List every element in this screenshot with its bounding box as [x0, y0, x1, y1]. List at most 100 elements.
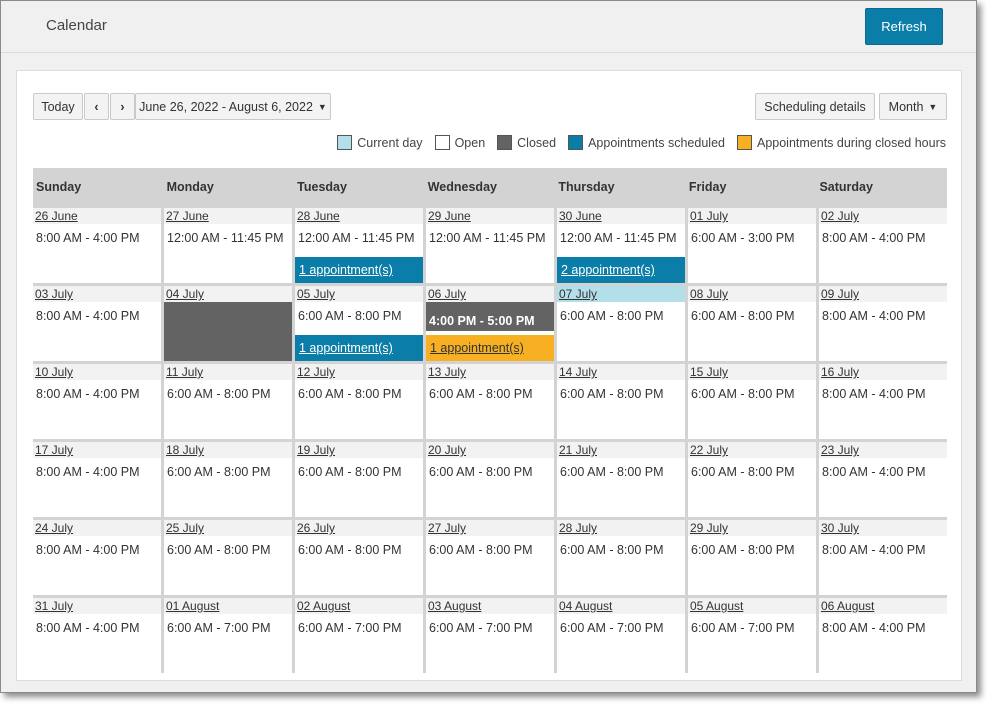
day-cell[interactable]: 02 August 6:00 AM - 7:00 PM	[292, 595, 423, 673]
day-cell[interactable]: 17 July 8:00 AM - 4:00 PM	[33, 439, 161, 517]
date-link[interactable]: 27 July	[428, 521, 466, 535]
date-link[interactable]: 05 July	[297, 287, 335, 301]
day-cell[interactable]: 03 August 6:00 AM - 7:00 PM	[423, 595, 554, 673]
date-header: 14 July	[557, 364, 685, 380]
date-link[interactable]: 16 July	[821, 365, 859, 379]
day-cell[interactable]: 23 July 8:00 AM - 4:00 PM	[816, 439, 947, 517]
date-link[interactable]: 03 August	[428, 599, 481, 613]
scheduling-details-button[interactable]: Scheduling details	[755, 93, 875, 120]
date-link[interactable]: 04 August	[559, 599, 612, 613]
date-link[interactable]: 05 August	[690, 599, 743, 613]
day-cell[interactable]: 30 July 8:00 AM - 4:00 PM	[816, 517, 947, 595]
day-cell[interactable]: 18 July 6:00 AM - 8:00 PM	[161, 439, 292, 517]
day-cell[interactable]: 29 July 6:00 AM - 8:00 PM	[685, 517, 816, 595]
day-cell[interactable]: 01 July 6:00 AM - 3:00 PM	[685, 205, 816, 283]
day-cell[interactable]: 05 August 6:00 AM - 7:00 PM	[685, 595, 816, 673]
date-link[interactable]: 06 July	[428, 287, 466, 301]
day-cell[interactable]: 24 July 8:00 AM - 4:00 PM	[33, 517, 161, 595]
date-link[interactable]: 01 August	[166, 599, 219, 613]
appointments-link[interactable]: 1 appointment(s)	[295, 335, 423, 361]
day-cell[interactable]: 06 July 4:00 PM - 5:00 PM 1 appointment(s)	[423, 283, 554, 361]
prev-button[interactable]: ‹	[84, 93, 109, 120]
day-cell[interactable]: 27 June 12:00 AM - 11:45 PM	[161, 205, 292, 283]
day-cell[interactable]: 01 August 6:00 AM - 7:00 PM	[161, 595, 292, 673]
date-link[interactable]: 17 July	[35, 443, 73, 457]
date-link[interactable]: 29 June	[428, 209, 471, 223]
date-link[interactable]: 14 July	[559, 365, 597, 379]
next-button[interactable]: ›	[110, 93, 135, 120]
date-link[interactable]: 02 July	[821, 209, 859, 223]
day-cell[interactable]: 14 July 6:00 AM - 8:00 PM	[554, 361, 685, 439]
date-link[interactable]: 11 July	[166, 365, 203, 379]
day-cell[interactable]: 09 July 8:00 AM - 4:00 PM	[816, 283, 947, 361]
day-cell[interactable]: 30 June 12:00 AM - 11:45 PM 2 appointment(…	[554, 205, 685, 283]
day-cell[interactable]: 31 July 8:00 AM - 4:00 PM	[33, 595, 161, 673]
date-link[interactable]: 31 July	[35, 599, 73, 613]
day-cell[interactable]: 26 July 6:00 AM - 8:00 PM	[292, 517, 423, 595]
appointments-link[interactable]: 2 appointment(s)	[557, 257, 685, 283]
day-cell[interactable]: 10 July 8:00 AM - 4:00 PM	[33, 361, 161, 439]
date-link[interactable]: 21 July	[559, 443, 597, 457]
date-link[interactable]: 18 July	[166, 443, 204, 457]
legend-swatch	[568, 135, 584, 150]
date-link[interactable]: 13 July	[428, 365, 466, 379]
date-link[interactable]: 30 June	[559, 209, 602, 223]
day-cell[interactable]: 21 July 6:00 AM - 8:00 PM	[554, 439, 685, 517]
date-link[interactable]: 28 June	[297, 209, 340, 223]
date-link[interactable]: 10 July	[35, 365, 73, 379]
day-cell[interactable]: 27 July 6:00 AM - 8:00 PM	[423, 517, 554, 595]
closed-hours-appointments-link[interactable]: 1 appointment(s)	[426, 335, 554, 361]
day-cell[interactable]: 06 August 8:00 AM - 4:00 PM	[816, 595, 947, 673]
date-link[interactable]: 08 July	[690, 287, 728, 301]
date-link[interactable]: 24 July	[35, 521, 73, 535]
date-link[interactable]: 25 July	[166, 521, 204, 535]
day-cell[interactable]: 28 July 6:00 AM - 8:00 PM	[554, 517, 685, 595]
date-link[interactable]: 15 July	[690, 365, 728, 379]
day-cell[interactable]: 04 August 6:00 AM - 7:00 PM	[554, 595, 685, 673]
legend-swatch	[434, 135, 450, 150]
date-link[interactable]: 27 June	[166, 209, 209, 223]
day-cell[interactable]: 19 July 6:00 AM - 8:00 PM	[292, 439, 423, 517]
opening-hours: 6:00 AM - 8:00 PM	[560, 387, 664, 401]
date-link[interactable]: 26 July	[297, 521, 335, 535]
date-link[interactable]: 30 July	[821, 521, 859, 535]
date-link[interactable]: 09 July	[821, 287, 859, 301]
today-button[interactable]: Today	[33, 93, 83, 120]
date-link[interactable]: 06 August	[821, 599, 874, 613]
date-link[interactable]: 26 June	[35, 209, 78, 223]
opening-hours: 8:00 AM - 4:00 PM	[36, 621, 140, 635]
day-cell[interactable]: 12 July 6:00 AM - 8:00 PM	[292, 361, 423, 439]
date-link[interactable]: 04 July	[166, 287, 204, 301]
day-cell[interactable]: 15 July 6:00 AM - 8:00 PM	[685, 361, 816, 439]
day-cell[interactable]: 11 July 6:00 AM - 8:00 PM	[161, 361, 292, 439]
day-cell[interactable]: 05 July 6:00 AM - 8:00 PM 1 appointment(s)	[292, 283, 423, 361]
date-link[interactable]: 07 July	[559, 287, 597, 301]
date-link[interactable]: 12 July	[297, 365, 335, 379]
day-cell[interactable]: 22 July 6:00 AM - 8:00 PM	[685, 439, 816, 517]
day-cell[interactable]: 13 July 6:00 AM - 8:00 PM	[423, 361, 554, 439]
date-link[interactable]: 23 July	[821, 443, 859, 457]
date-link[interactable]: 22 July	[690, 443, 728, 457]
day-cell[interactable]: 03 July 8:00 AM - 4:00 PM	[33, 283, 161, 361]
day-cell[interactable]: 08 July 6:00 AM - 8:00 PM	[685, 283, 816, 361]
date-link[interactable]: 01 July	[690, 209, 728, 223]
day-cell[interactable]: 26 June 8:00 AM - 4:00 PM	[33, 205, 161, 283]
date-link[interactable]: 28 July	[559, 521, 597, 535]
date-link[interactable]: 19 July	[297, 443, 335, 457]
date-link[interactable]: 03 July	[35, 287, 73, 301]
day-cell[interactable]: 07 July 6:00 AM - 8:00 PM	[554, 283, 685, 361]
date-range-dropdown[interactable]: June 26, 2022 - August 6, 2022 ▼	[135, 93, 331, 120]
appointments-link[interactable]: 1 appointment(s)	[295, 257, 423, 283]
date-link[interactable]: 02 August	[297, 599, 350, 613]
day-cell[interactable]: 25 July 6:00 AM - 8:00 PM	[161, 517, 292, 595]
view-selector-dropdown[interactable]: Month ▼	[879, 93, 947, 120]
day-cell[interactable]: 20 July 6:00 AM - 8:00 PM	[423, 439, 554, 517]
day-cell[interactable]: 29 June 12:00 AM - 11:45 PM	[423, 205, 554, 283]
date-link[interactable]: 29 July	[690, 521, 728, 535]
day-cell[interactable]: 16 July 8:00 AM - 4:00 PM	[816, 361, 947, 439]
day-cell[interactable]: 02 July 8:00 AM - 4:00 PM	[816, 205, 947, 283]
refresh-button[interactable]: Refresh	[865, 8, 943, 45]
day-cell[interactable]: 04 July	[161, 283, 292, 361]
day-cell[interactable]: 28 June 12:00 AM - 11:45 PM 1 appointment(…	[292, 205, 423, 283]
date-link[interactable]: 20 July	[428, 443, 466, 457]
